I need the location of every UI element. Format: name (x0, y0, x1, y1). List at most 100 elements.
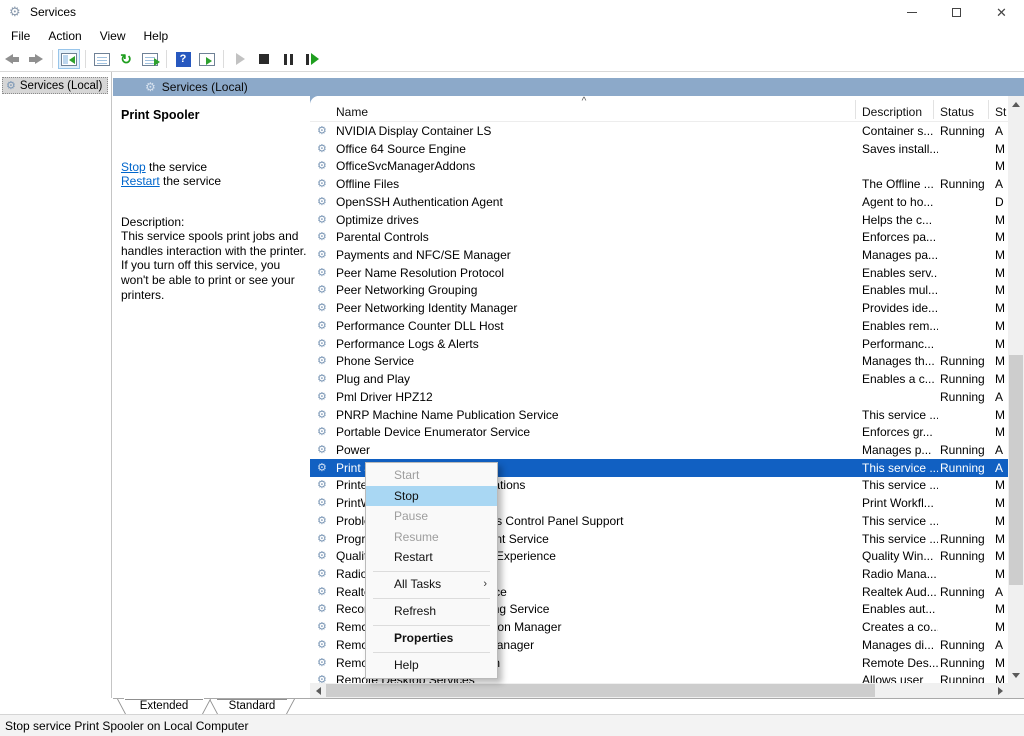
context-menu-item-stop[interactable]: Stop (366, 485, 497, 506)
service-row[interactable]: ⚙ Pml Driver HPZ12 Running A (310, 388, 1008, 406)
export-list-button[interactable] (139, 49, 161, 69)
service-description: Manages pa... (862, 248, 938, 263)
help-button[interactable]: ? (172, 49, 194, 69)
service-row[interactable]: ⚙ Peer Networking Grouping Enables mul... M (310, 281, 1008, 299)
service-gear-icon: ⚙ (317, 585, 327, 598)
scroll-down-arrow[interactable] (1008, 667, 1024, 683)
toolbar-separator (166, 50, 167, 68)
maximize-button[interactable] (934, 0, 979, 25)
service-description: This service ... (862, 531, 938, 546)
service-row[interactable]: ⚙ Portable Device Enumerator Service Enfor… (310, 423, 1008, 441)
toolbar-separator (52, 50, 53, 68)
restart-service-button[interactable] (301, 49, 323, 69)
tab-standard[interactable]: Standard (209, 699, 295, 714)
show-console-tree-button[interactable] (58, 49, 80, 69)
sort-ascending-icon: ^ (581, 96, 587, 107)
service-row[interactable]: ⚙ Office 64 Source Engine Saves install...… (310, 140, 1008, 158)
service-gear-icon: ⚙ (317, 514, 327, 527)
pause-service-button[interactable] (277, 49, 299, 69)
service-description: Enforces pa... (862, 230, 937, 245)
service-row[interactable]: ⚙ NVIDIA Display Container LS Container s.… (310, 122, 1008, 140)
properties-button[interactable] (91, 49, 113, 69)
horizontal-scrollbar[interactable] (310, 683, 1008, 698)
service-description: Enables serv... (862, 265, 938, 280)
service-startup-type: A (995, 460, 1004, 475)
service-name: Peer Networking Identity Manager (336, 301, 518, 316)
menu-item-help[interactable]: Help (135, 26, 178, 46)
service-description: Print Workfl... (862, 496, 934, 511)
service-name: Peer Name Resolution Protocol (336, 265, 505, 280)
context-menu-item-refresh[interactable]: Refresh (366, 601, 497, 622)
service-row[interactable]: ⚙ Plug and Play Enables a c... Running M (310, 370, 1008, 388)
back-icon (5, 54, 19, 64)
service-row[interactable]: ⚙ Parental Controls Enforces pa... M (310, 228, 1008, 246)
service-row[interactable]: ⚙ Offline Files The Offline ... Running A (310, 175, 1008, 193)
service-description: The Offline ... (862, 177, 934, 192)
context-menu-item-restart[interactable]: Restart (366, 547, 497, 568)
restart-service-link[interactable]: Restart (121, 174, 160, 188)
service-startup-type: A (995, 584, 1004, 599)
back-button[interactable] (1, 49, 23, 69)
service-startup-type: M (995, 478, 1005, 493)
service-row[interactable]: ⚙ Phone Service Manages th... Running M (310, 352, 1008, 370)
context-menu: Start Stop Pause Resume Restart All Tasks › Ref… (365, 462, 498, 679)
column-header-name[interactable]: Name (336, 105, 368, 119)
column-header-startup-type[interactable]: St (995, 105, 1006, 119)
minimize-button[interactable] (889, 0, 934, 25)
stop-service-icon (259, 54, 269, 64)
description-label: Description: (121, 215, 185, 229)
show-action-pane-button[interactable] (196, 49, 218, 69)
service-startup-type: M (995, 141, 1005, 156)
context-menu-item-properties[interactable]: Properties (366, 628, 497, 649)
stop-service-button[interactable] (253, 49, 275, 69)
toolbar-separator (223, 50, 224, 68)
service-description: Remote Des... (862, 655, 938, 670)
menu-item-view[interactable]: View (91, 26, 135, 46)
menu-item-file[interactable]: File (2, 26, 39, 46)
horizontal-scroll-thumb[interactable] (326, 684, 875, 697)
menu-item-action[interactable]: Action (39, 26, 90, 46)
forward-button[interactable] (25, 49, 47, 69)
vertical-scroll-thumb[interactable] (1009, 355, 1023, 585)
close-icon: ✕ (996, 5, 1007, 20)
service-status: Running (940, 549, 985, 564)
tree-item-services-local[interactable]: ⚙ Services (Local) (2, 77, 108, 94)
service-gear-icon: ⚙ (317, 142, 327, 155)
service-row[interactable]: ⚙ Optimize drives Helps the c... M (310, 211, 1008, 229)
service-startup-type: M (995, 407, 1005, 422)
service-row[interactable]: ⚙ Peer Name Resolution Protocol Enables se… (310, 264, 1008, 282)
column-header-status[interactable]: Status (940, 105, 974, 119)
column-separator[interactable] (988, 100, 989, 119)
column-separator[interactable] (933, 100, 934, 119)
service-description: Enables mul... (862, 283, 938, 298)
column-header-description[interactable]: Description (862, 105, 922, 119)
scroll-left-arrow[interactable] (310, 683, 326, 698)
export-list-icon (142, 52, 160, 66)
refresh-button[interactable]: ↻ (115, 49, 137, 69)
vertical-scrollbar[interactable] (1008, 96, 1024, 698)
service-row[interactable]: ⚙ Performance Counter DLL Host Enables rem… (310, 317, 1008, 335)
service-row[interactable]: ⚙ Payments and NFC/SE Manager Manages pa..… (310, 246, 1008, 264)
tab-extended[interactable]: Extended (117, 698, 211, 714)
service-row[interactable]: ⚙ OfficeSvcManagerAddons M (310, 157, 1008, 175)
close-button[interactable]: ✕ (979, 0, 1024, 25)
service-row[interactable]: ⚙ Performance Logs & Alerts Performanc... M (310, 335, 1008, 353)
service-row[interactable]: ⚙ Peer Networking Identity Manager Provide… (310, 299, 1008, 317)
service-gear-icon: ⚙ (317, 603, 327, 616)
restart-service-text: the service (159, 174, 222, 188)
service-row[interactable]: ⚙ Power Manages p... Running A (310, 441, 1008, 459)
service-row[interactable]: ⚙ OpenSSH Authentication Agent Agent to ho… (310, 193, 1008, 211)
menu-separator (373, 624, 490, 626)
column-separator[interactable] (855, 100, 856, 119)
context-menu-item-help[interactable]: Help (366, 655, 497, 676)
stop-service-link[interactable]: Stop (121, 160, 146, 174)
service-name: NVIDIA Display Container LS (336, 124, 492, 138)
scroll-up-arrow[interactable] (1008, 96, 1024, 112)
service-name: Parental Controls (336, 230, 429, 245)
service-name: Plug and Play (336, 372, 411, 387)
service-status: Running (940, 584, 985, 599)
scroll-right-arrow[interactable] (992, 683, 1008, 698)
service-row[interactable]: ⚙ PNRP Machine Name Publication Service Th… (310, 406, 1008, 424)
context-menu-item-all-tasks[interactable]: All Tasks › (366, 574, 497, 595)
service-description: Quality Win... (862, 549, 934, 564)
